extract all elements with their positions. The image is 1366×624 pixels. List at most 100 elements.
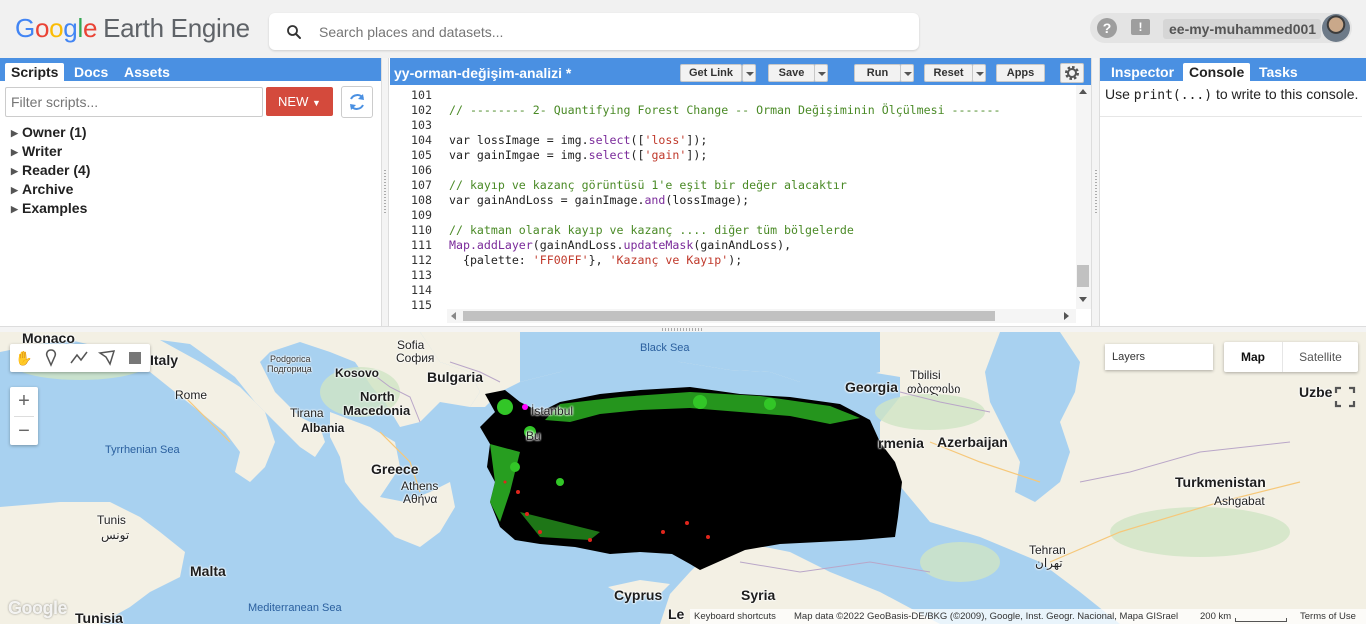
- tab-assets[interactable]: Assets: [118, 63, 176, 81]
- get-link-dropdown[interactable]: [742, 64, 756, 82]
- tree-item-archive[interactable]: ▶ Archive: [11, 181, 73, 197]
- map-label-north-macedonia-1: North: [360, 389, 395, 404]
- terms-link[interactable]: Terms of Use: [1300, 609, 1356, 624]
- rectangle-icon[interactable]: [125, 348, 145, 368]
- run-dropdown[interactable]: [900, 64, 914, 82]
- save-dropdown[interactable]: [814, 64, 828, 82]
- basemap: [0, 332, 1366, 624]
- fullscreen-button[interactable]: [1334, 386, 1356, 408]
- avatar[interactable]: [1322, 14, 1350, 42]
- scale-label: 200 km: [1200, 611, 1232, 622]
- caret-right-icon: ▶: [11, 185, 18, 195]
- map-view[interactable]: Monaco Italy Rome Tyrrhenian Sea Tunis ت…: [0, 332, 1366, 624]
- scale-bar: [1235, 618, 1287, 622]
- map-label-tirana: Tirana: [290, 406, 324, 420]
- account-name[interactable]: ee-my-muhammed001: [1163, 19, 1321, 39]
- feedback-icon[interactable]: !: [1131, 19, 1150, 35]
- keyboard-shortcuts-link[interactable]: Keyboard shortcuts: [694, 609, 776, 624]
- editor-vertical-scrollbar[interactable]: [1076, 85, 1091, 309]
- map-label-greece: Greece: [371, 461, 419, 477]
- save-button[interactable]: Save: [768, 64, 815, 82]
- tab-docs[interactable]: Docs: [68, 63, 114, 81]
- reset-dropdown[interactable]: [972, 64, 986, 82]
- map-label-tbilisi: Tbilisi: [910, 368, 941, 382]
- map-label-tbilisi-ka: თბილისი: [907, 382, 961, 396]
- tree-item-writer[interactable]: ▶ Writer: [11, 143, 62, 159]
- code-text: var gainAndLoss = gainImage.and(lossImag…: [449, 193, 750, 207]
- tab-tasks[interactable]: Tasks: [1253, 63, 1304, 81]
- help-icon[interactable]: ?: [1097, 18, 1117, 38]
- scroll-right-icon[interactable]: [1064, 312, 1069, 320]
- tree-item-examples[interactable]: ▶ Examples: [11, 200, 87, 216]
- caret-right-icon: ▶: [11, 128, 18, 138]
- top-bar: GoogleEarth Engine ? ! ee-my-muhammed001: [0, 0, 1366, 58]
- divider: [1100, 116, 1362, 117]
- map-label-tehran-fa: تهران: [1035, 556, 1063, 570]
- scroll-thumb[interactable]: [1077, 265, 1089, 287]
- scroll-left-icon[interactable]: [451, 312, 456, 320]
- caret-down-icon: ▼: [312, 98, 321, 108]
- reset-button[interactable]: Reset: [924, 64, 973, 82]
- map-label-italy: Italy: [150, 352, 179, 368]
- search-box[interactable]: [269, 13, 919, 50]
- scroll-down-icon[interactable]: [1079, 297, 1087, 302]
- scroll-thumb[interactable]: [463, 311, 995, 321]
- map-label-tunisia: Tunisia: [75, 610, 123, 624]
- get-link-button[interactable]: Get Link: [680, 64, 742, 82]
- map-label-bulgaria: Bulgaria: [427, 369, 484, 385]
- editor-horizontal-scrollbar[interactable]: [447, 309, 1076, 323]
- code-text: Map.addLayer(gainAndLoss.updateMask(gain…: [449, 238, 792, 252]
- code-text: var lossImage = img.select(['loss']);: [449, 133, 708, 147]
- drawing-tools: ✋: [10, 344, 150, 372]
- tree-item-reader[interactable]: ▶ Reader (4): [11, 162, 90, 178]
- filter-scripts-input[interactable]: [5, 87, 263, 117]
- map-label-rome: Rome: [175, 388, 208, 402]
- earth-engine-logo[interactable]: Google Earth Engine: [15, 13, 250, 44]
- map-type-control: Map Satellite: [1224, 342, 1358, 372]
- tab-console[interactable]: Console: [1183, 63, 1251, 81]
- caret-right-icon: ▶: [11, 147, 18, 157]
- map-type-map[interactable]: Map: [1224, 342, 1282, 372]
- zoom-control: + −: [10, 387, 38, 445]
- map-label-armenia: rmenia: [878, 435, 924, 451]
- zoom-out-button[interactable]: −: [10, 417, 38, 445]
- scroll-up-icon[interactable]: [1079, 89, 1087, 94]
- marker-icon[interactable]: [41, 348, 61, 368]
- zoom-in-button[interactable]: +: [10, 387, 38, 415]
- apps-button[interactable]: Apps: [996, 64, 1045, 82]
- settings-button[interactable]: [1060, 63, 1084, 83]
- scripts-panel: Scripts Docs Assets NEW ▼ ▶Owner (1) ▶Wr…: [0, 58, 381, 326]
- layers-button[interactable]: Layers: [1105, 344, 1213, 370]
- line-icon[interactable]: [69, 348, 89, 368]
- map-type-satellite[interactable]: Satellite: [1283, 342, 1358, 372]
- right-tab-bar: Inspector Console Tasks: [1100, 58, 1366, 81]
- right-panel-splitter[interactable]: [1091, 58, 1100, 326]
- tree-item-owner[interactable]: ▶ Owner (1): [11, 124, 87, 140]
- refresh-icon: [350, 94, 364, 110]
- tab-inspector[interactable]: Inspector: [1105, 63, 1180, 81]
- code-area[interactable]: 101 102// -------- 2- Quantifying Forest…: [390, 85, 1076, 309]
- run-button[interactable]: Run: [854, 64, 901, 82]
- map-label-cyprus: Cyprus: [614, 587, 663, 603]
- polygon-icon[interactable]: [97, 348, 117, 368]
- search-input[interactable]: [319, 21, 899, 43]
- gear-icon: [1065, 66, 1079, 80]
- tab-scripts[interactable]: Scripts: [5, 63, 65, 81]
- script-name[interactable]: yy-orman-değişim-analizi *: [394, 65, 571, 81]
- map-data-text: Map data ©2022 GeoBasis-DE/BKG (©2009), …: [794, 611, 1179, 622]
- map-label-tehran: Tehran: [1029, 543, 1066, 557]
- new-button[interactable]: NEW ▼: [266, 87, 333, 116]
- map-label-ashgabat: Ashgabat: [1214, 494, 1265, 508]
- map-label-black-sea: Black Sea: [640, 342, 690, 354]
- search-icon: [287, 25, 301, 39]
- map-label-tunis-ar: تونس: [101, 528, 130, 542]
- map-label-georgia: Georgia: [845, 379, 898, 395]
- code-text: var gainImgae = img.select(['gain']);: [449, 148, 708, 162]
- map-label-kosovo: Kosovo: [335, 366, 380, 380]
- left-panel-splitter[interactable]: [381, 58, 389, 326]
- refresh-button[interactable]: [341, 86, 373, 118]
- console-panel: Inspector Console Tasks Use print(...) t…: [1100, 58, 1366, 326]
- map-label-malta: Malta: [190, 563, 226, 579]
- map-label-north-macedonia-2: Macedonia: [343, 403, 411, 418]
- hand-icon[interactable]: ✋: [14, 348, 34, 368]
